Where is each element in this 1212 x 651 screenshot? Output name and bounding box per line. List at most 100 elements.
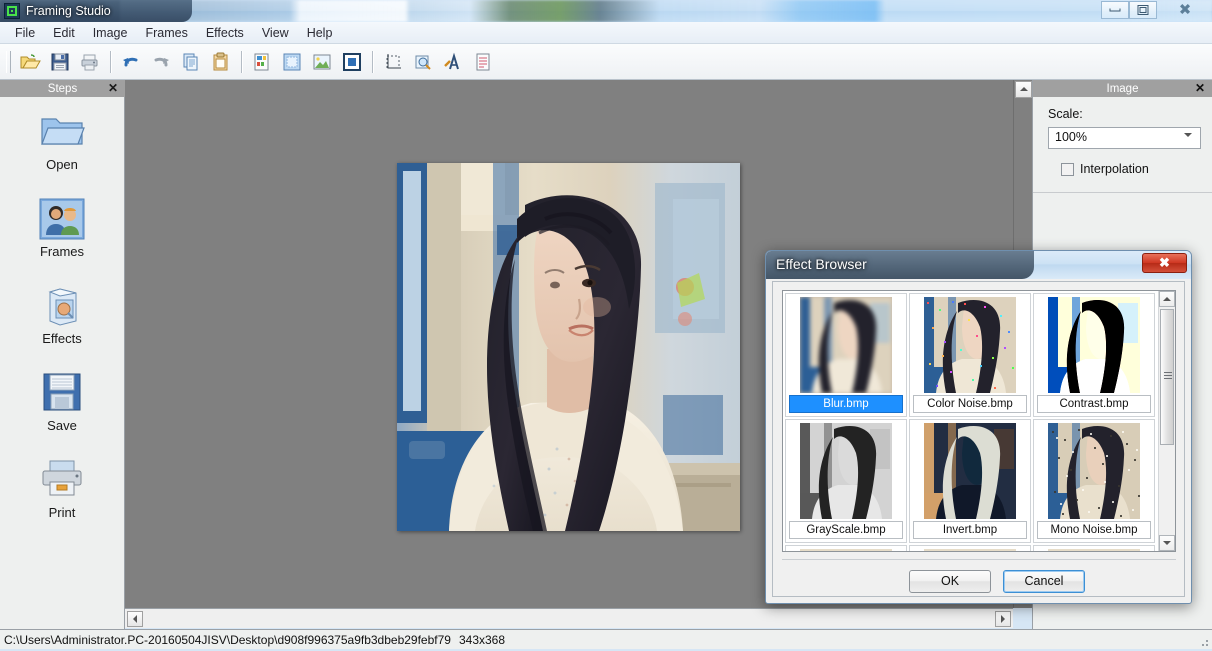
status-file-path: C:\Users\Administrator.PC-20160504JISV\D… (4, 633, 451, 647)
picture-icon[interactable] (307, 48, 337, 76)
scrollbar-thumb[interactable] (1160, 309, 1174, 445)
dialog-separator (782, 559, 1176, 560)
zoom-icon[interactable] (408, 48, 438, 76)
list-item[interactable]: Invert.bmp (909, 419, 1031, 543)
sidebar-item-save[interactable]: Save (0, 358, 124, 445)
list-item[interactable]: Blur.bmp (785, 293, 907, 417)
resize-grip-icon[interactable] (1196, 634, 1210, 648)
close-icon[interactable]: ✕ (1193, 81, 1207, 96)
frame-icon[interactable] (277, 48, 307, 76)
close-window-button[interactable]: ✖ (1162, 1, 1208, 19)
toolbar-separator (110, 51, 111, 73)
scale-label: Scale: (1048, 107, 1083, 121)
canvas-horizontal-scrollbar[interactable] (125, 608, 1013, 628)
printer-icon (38, 458, 86, 502)
open-icon[interactable] (15, 48, 45, 76)
undo-icon[interactable] (116, 48, 146, 76)
menubar: File Edit Image Frames Effects View Help (0, 22, 1212, 44)
floppy-icon (38, 371, 86, 415)
cancel-button[interactable]: Cancel (1003, 570, 1085, 593)
scroll-up-icon[interactable] (1159, 291, 1175, 307)
sidebar-item-label: Open (46, 157, 78, 172)
sidebar-item-open[interactable]: Open (0, 97, 124, 184)
list-item-label[interactable]: Mono Noise.bmp (1037, 521, 1151, 539)
scroll-left-icon[interactable] (127, 611, 143, 627)
window-title: Framing Studio (26, 3, 111, 19)
app-frame-icon (4, 3, 20, 19)
effect-thumbnail-grid[interactable]: Blur.bmp (782, 290, 1176, 552)
redo-icon[interactable] (146, 48, 176, 76)
print-icon[interactable] (75, 48, 105, 76)
thumbnail-contrast (1048, 297, 1140, 393)
steps-panel-title: Steps (48, 83, 77, 95)
interpolation-row[interactable]: Interpolation (1061, 162, 1149, 176)
maximize-button[interactable] (1129, 1, 1157, 19)
menu-view[interactable]: View (253, 24, 298, 42)
crop-icon[interactable] (378, 48, 408, 76)
effects-box-icon (38, 284, 86, 328)
thumbnail-next-row-a (800, 549, 892, 552)
sidebar-item-effects[interactable]: Effects (0, 271, 124, 358)
panel-divider (1033, 192, 1212, 193)
thumbnail-invert (924, 423, 1016, 519)
menu-image[interactable]: Image (84, 24, 137, 42)
text-icon[interactable] (438, 48, 468, 76)
toolbar-separator (241, 51, 242, 73)
folder-icon (38, 110, 86, 154)
list-item[interactable] (1033, 545, 1155, 552)
list-item[interactable]: Color Noise.bmp (909, 293, 1031, 417)
dialog-title: Effect Browser (776, 256, 867, 272)
list-item-label[interactable]: GrayScale.bmp (789, 521, 903, 539)
image-properties-icon[interactable] (247, 48, 277, 76)
dialog-close-button[interactable]: ✖ (1142, 253, 1187, 273)
list-item[interactable]: GrayScale.bmp (785, 419, 907, 543)
list-item[interactable]: Contrast.bmp (1033, 293, 1155, 417)
sidebar-item-label: Save (47, 418, 77, 433)
toolbar-separator (372, 51, 373, 73)
minimize-button[interactable] (1101, 1, 1129, 19)
page-icon[interactable] (468, 48, 498, 76)
copy-icon[interactable] (176, 48, 206, 76)
thumbnail-next-row-c (1048, 549, 1140, 552)
photo-image[interactable] (397, 163, 740, 531)
paste-icon[interactable] (206, 48, 236, 76)
scale-value: 100% (1055, 130, 1087, 144)
list-item-label[interactable]: Invert.bmp (913, 521, 1027, 539)
save-icon[interactable] (45, 48, 75, 76)
menu-file[interactable]: File (6, 24, 44, 42)
scroll-up-icon[interactable] (1015, 81, 1032, 98)
scale-select[interactable]: 100% (1048, 127, 1201, 149)
scroll-down-icon[interactable] (1159, 535, 1175, 551)
list-item-label[interactable]: Color Noise.bmp (913, 395, 1027, 413)
interpolation-checkbox[interactable] (1061, 163, 1074, 176)
effect-grid-scrollbar[interactable] (1158, 291, 1175, 551)
window-titlebar: Framing Studio ✖ (0, 0, 1212, 22)
image-panel-title: Image (1107, 83, 1139, 95)
thumbnail-grayscale (800, 423, 892, 519)
dialog-body: Blur.bmp (772, 281, 1185, 597)
list-item[interactable] (785, 545, 907, 552)
list-item[interactable]: Mono Noise.bmp (1033, 419, 1155, 543)
thumbnail-color-noise (924, 297, 1016, 393)
chevron-down-icon[interactable] (1184, 137, 1192, 151)
menu-edit[interactable]: Edit (44, 24, 84, 42)
border-icon[interactable] (337, 48, 367, 76)
people-icon (38, 197, 86, 241)
sidebar-item-label: Print (49, 505, 76, 520)
list-item[interactable] (909, 545, 1031, 552)
interpolation-label: Interpolation (1080, 162, 1149, 176)
menu-effects[interactable]: Effects (197, 24, 253, 42)
scroll-right-icon[interactable] (995, 611, 1011, 627)
list-item-label[interactable]: Contrast.bmp (1037, 395, 1151, 413)
list-item-label[interactable]: Blur.bmp (789, 395, 903, 413)
toolbar-grip[interactable] (6, 51, 11, 73)
sidebar-item-frames[interactable]: Frames (0, 184, 124, 271)
close-icon[interactable]: ✕ (106, 81, 120, 96)
ok-button[interactable]: OK (909, 570, 991, 593)
thumbnail-mono-noise (1048, 423, 1140, 519)
steps-panel: Steps ✕ Open (0, 80, 125, 629)
effect-thumbnail-list: Blur.bmp (783, 291, 1158, 552)
sidebar-item-print[interactable]: Print (0, 445, 124, 532)
menu-frames[interactable]: Frames (136, 24, 196, 42)
menu-help[interactable]: Help (298, 24, 342, 42)
